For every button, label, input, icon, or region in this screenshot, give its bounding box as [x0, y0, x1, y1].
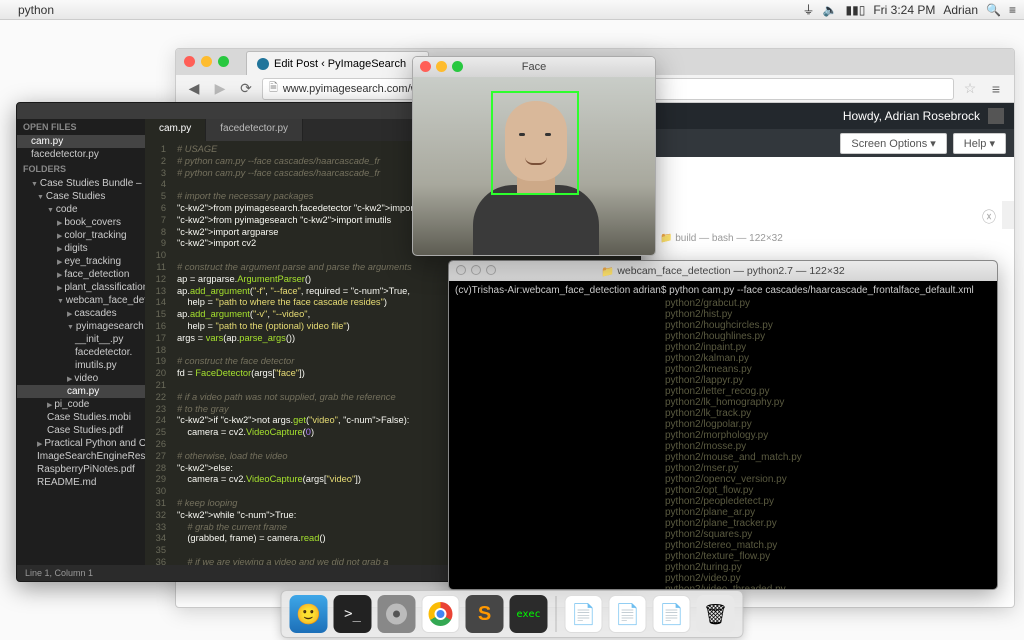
- file[interactable]: ImageSearchEngineResou: [17, 450, 145, 463]
- folder[interactable]: pi_code: [17, 398, 145, 411]
- desktop: Edit Post ‹ PyImageSearch × ◀ ▶ ⟳ 🗎 www.…: [0, 20, 1024, 640]
- minimize-button[interactable]: [471, 265, 481, 275]
- clock[interactable]: Fri 3:24 PM: [873, 3, 935, 17]
- wp-avatar-icon[interactable]: [988, 108, 1004, 124]
- wifi-icon[interactable]: ⏚: [803, 1, 815, 18]
- forward-button[interactable]: ▶: [210, 79, 230, 99]
- folder[interactable]: book_covers: [17, 216, 145, 229]
- user-menu[interactable]: Adrian: [943, 3, 978, 17]
- chrome-menu-icon[interactable]: ≡: [986, 79, 1006, 99]
- cursor-position: Line 1, Column 1: [25, 568, 93, 578]
- face-video-window: Face: [412, 56, 656, 256]
- tab-title: Edit Post ‹ PyImageSearch: [274, 58, 406, 70]
- close-button[interactable]: [456, 265, 466, 275]
- file[interactable]: RaspberryPiNotes.pdf: [17, 463, 145, 476]
- close-button[interactable]: [184, 56, 195, 67]
- file[interactable]: imutils.py: [17, 359, 145, 372]
- minimize-button[interactable]: [201, 56, 212, 67]
- minimize-button[interactable]: [436, 61, 447, 72]
- folder[interactable]: plant_classification: [17, 281, 145, 294]
- bookmark-icon[interactable]: ☆: [960, 79, 980, 99]
- file[interactable]: README.md: [17, 476, 145, 489]
- dock-separator: [556, 596, 557, 632]
- screen-options-button[interactable]: Screen Options ▾: [840, 133, 946, 154]
- dock: 🙂 >_ S exec 📄 📄 📄 🗑: [281, 590, 744, 638]
- face-titlebar[interactable]: Face: [413, 57, 655, 77]
- dock-sublime-icon[interactable]: S: [466, 595, 504, 633]
- file[interactable]: facedetector.: [17, 346, 145, 359]
- dock-exec-icon[interactable]: exec: [510, 595, 548, 633]
- help-button[interactable]: Help ▾: [953, 133, 1006, 154]
- close-button[interactable]: [420, 61, 431, 72]
- app-menu-name[interactable]: python: [18, 3, 54, 17]
- folder[interactable]: Case Studies: [17, 190, 145, 203]
- spotlight-icon[interactable]: 🔍: [986, 3, 1001, 17]
- file[interactable]: cam.py: [17, 385, 145, 398]
- webcam-frame: [413, 77, 655, 256]
- folder[interactable]: cascades: [17, 307, 145, 320]
- wp-howdy[interactable]: Howdy, Adrian Rosebrock: [843, 109, 980, 123]
- wordpress-favicon-icon: [257, 58, 269, 70]
- dock-finder-icon[interactable]: 🙂: [290, 595, 328, 633]
- macos-menubar: python ⏚ 🔈 ▮▮▯ Fri 3:24 PM Adrian 🔍 ≡: [0, 0, 1024, 20]
- face-window-title: Face: [522, 61, 546, 73]
- dock-chrome-icon[interactable]: [422, 595, 460, 633]
- dock-document-icon[interactable]: 📄: [609, 595, 647, 633]
- sublime-sidebar[interactable]: OPEN FILES cam.py facedetector.py FOLDER…: [17, 119, 145, 565]
- dock-trash-icon[interactable]: 🗑: [697, 595, 735, 633]
- terminal-window: 📁 webcam_face_detection — python2.7 — 12…: [448, 260, 998, 590]
- zoom-button[interactable]: [486, 265, 496, 275]
- folder[interactable]: pyimagesearch: [17, 320, 145, 333]
- terminal-ghost-output: python2/grabcut.pypython2/hist.pypython2…: [455, 298, 991, 590]
- folder[interactable]: color_tracking: [17, 229, 145, 242]
- open-files-header: OPEN FILES: [17, 119, 145, 135]
- reload-button[interactable]: ⟳: [236, 79, 256, 99]
- dock-terminal-icon[interactable]: >_: [334, 595, 372, 633]
- file[interactable]: Case Studies.mobi: [17, 411, 145, 424]
- zoom-button[interactable]: [452, 61, 463, 72]
- folder[interactable]: code: [17, 203, 145, 216]
- folder[interactable]: Practical Python and Ope: [17, 437, 145, 450]
- dock-document-icon[interactable]: 📄: [653, 595, 691, 633]
- dock-preferences-icon[interactable]: [378, 595, 416, 633]
- open-file[interactable]: facedetector.py: [17, 148, 145, 161]
- terminal-body[interactable]: (cv)Trishas-Air:webcam_face_detection ad…: [449, 281, 997, 590]
- editor-tab[interactable]: facedetector.py: [206, 119, 303, 141]
- folders-header: FOLDERS: [17, 161, 145, 177]
- audio-icon[interactable]: 🔈: [823, 3, 838, 17]
- back-button[interactable]: ◀: [184, 79, 204, 99]
- folder-root[interactable]: Case Studies Bundle – Pract: [17, 177, 145, 190]
- folder[interactable]: digits: [17, 242, 145, 255]
- terminal-tab-ghost: 📁 build — bash — 122×32: [660, 233, 783, 244]
- terminal-titlebar[interactable]: 📁 webcam_face_detection — python2.7 — 12…: [449, 261, 997, 281]
- folder-icon: 📁: [601, 265, 614, 278]
- file[interactable]: Case Studies.pdf: [17, 424, 145, 437]
- dock-document-icon[interactable]: 📄: [565, 595, 603, 633]
- terminal-prompt-line: (cv)Trishas-Air:webcam_face_detection ad…: [455, 285, 991, 296]
- terminal-title: webcam_face_detection — python2.7 — 122×…: [617, 265, 844, 277]
- browser-tab[interactable]: Edit Post ‹ PyImageSearch ×: [246, 51, 429, 75]
- folder[interactable]: face_detection: [17, 268, 145, 281]
- folder-icon: 📁: [660, 233, 672, 244]
- zoom-button[interactable]: [218, 56, 229, 67]
- folder[interactable]: eye_tracking: [17, 255, 145, 268]
- face-detection-box: [491, 91, 579, 195]
- page-icon: 🗎: [269, 79, 278, 98]
- notification-center-icon[interactable]: ≡: [1009, 3, 1016, 17]
- folder[interactable]: video: [17, 372, 145, 385]
- file[interactable]: __init__.py: [17, 333, 145, 346]
- window-controls: [184, 56, 229, 67]
- open-file[interactable]: cam.py: [17, 135, 145, 148]
- dismiss-notice-icon[interactable]: ⓧ: [982, 207, 996, 227]
- battery-icon[interactable]: ▮▮▯: [846, 3, 866, 17]
- line-gutter: 1234567891011121314151617181920212223242…: [145, 141, 171, 565]
- editor-tab[interactable]: cam.py: [145, 119, 206, 141]
- folder[interactable]: webcam_face_dete: [17, 294, 145, 307]
